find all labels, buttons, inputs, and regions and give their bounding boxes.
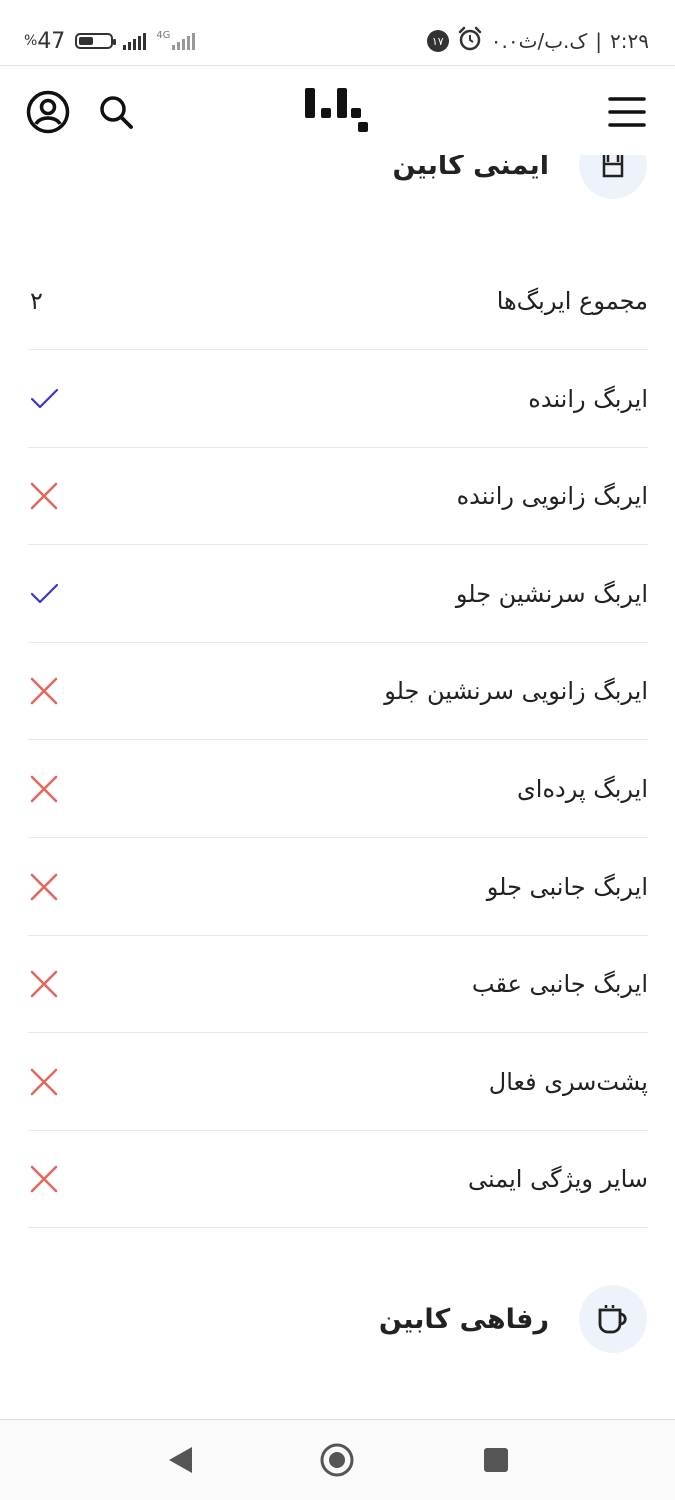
feature-label: ایربگ زانویی سرنشین جلو <box>384 677 648 705</box>
search-icon[interactable] <box>96 92 136 132</box>
feature-label: پشت‌سری فعال <box>488 1068 648 1096</box>
user-profile-icon[interactable] <box>26 90 70 134</box>
airbag-count: ۲ <box>30 287 43 315</box>
battery-percent-sign: % <box>24 33 38 49</box>
network-type: 4G <box>156 30 171 41</box>
alarm-icon <box>457 26 483 56</box>
feature-row: ایربگ جانبی عقب <box>28 936 648 1033</box>
feature-row: ۲ مجموع ایربگ‌ها <box>28 253 648 350</box>
feature-row: ایربگ زانویی سرنشین جلو <box>28 643 648 740</box>
cross-icon <box>28 867 68 907</box>
feature-row: ایربگ پرده‌ای <box>28 741 648 838</box>
home-circle-icon[interactable] <box>317 1440 357 1480</box>
check-icon <box>28 574 68 614</box>
signal-icon <box>123 32 147 50</box>
feature-row: سایر ویژگی ایمنی <box>28 1131 648 1228</box>
feature-label: ایربگ جانبی عقب <box>471 970 648 998</box>
back-triangle-icon[interactable] <box>160 1440 200 1480</box>
status-separator: | <box>595 29 603 53</box>
feature-value: ۲ <box>28 281 68 321</box>
status-bar: % 47 4G ۱۷ ۰.۰ک.ب/ث | ۲:۲۹ <box>0 0 675 66</box>
feature-label: سایر ویژگی ایمنی <box>467 1165 648 1193</box>
status-left: % 47 4G <box>24 26 196 56</box>
battery-percent: 47 <box>37 28 66 54</box>
cross-icon <box>28 476 68 516</box>
comfort-section-header[interactable]: رفاهی کابین <box>379 1284 647 1354</box>
recents-square-icon[interactable] <box>476 1440 516 1480</box>
cross-icon <box>28 769 68 809</box>
notification-badge: ۱۷ <box>426 30 449 52</box>
feature-row: پشت‌سری فعال <box>28 1034 648 1131</box>
cross-icon <box>28 671 68 711</box>
cross-icon <box>28 964 68 1004</box>
app-logo[interactable] <box>305 86 371 136</box>
feature-label: ایربگ راننده <box>528 385 648 413</box>
section-title: رفاهی کابین <box>378 1303 549 1335</box>
clock: ۲:۲۹ <box>610 29 649 53</box>
system-nav-bar <box>0 1419 675 1500</box>
feature-label: مجموع ایربگ‌ها <box>496 287 648 315</box>
network-speed: ۰.۰ک.ب/ث <box>490 29 588 53</box>
feature-row: ایربگ زانویی راننده <box>28 448 648 545</box>
feature-label: ایربگ جانبی جلو <box>486 873 648 901</box>
app-header <box>0 66 675 156</box>
feature-row: ایربگ سرنشین جلو <box>28 546 648 643</box>
feature-label: ایربگ زانویی راننده <box>456 482 648 510</box>
cross-icon <box>28 1159 68 1199</box>
feature-row: ایربگ راننده <box>28 351 648 448</box>
status-right: ۱۷ ۰.۰ک.ب/ث | ۲:۲۹ <box>426 26 649 56</box>
cross-icon <box>28 1062 68 1102</box>
battery-icon <box>75 33 117 49</box>
check-icon <box>28 379 68 419</box>
coffee-cup-icon <box>579 1285 647 1353</box>
signal-icon-secondary <box>172 32 196 50</box>
feature-label: ایربگ پرده‌ای <box>516 775 648 803</box>
feature-label: ایربگ سرنشین جلو <box>455 580 648 608</box>
feature-row: ایربگ جانبی جلو <box>28 839 648 936</box>
hamburger-menu-icon[interactable] <box>607 92 647 132</box>
